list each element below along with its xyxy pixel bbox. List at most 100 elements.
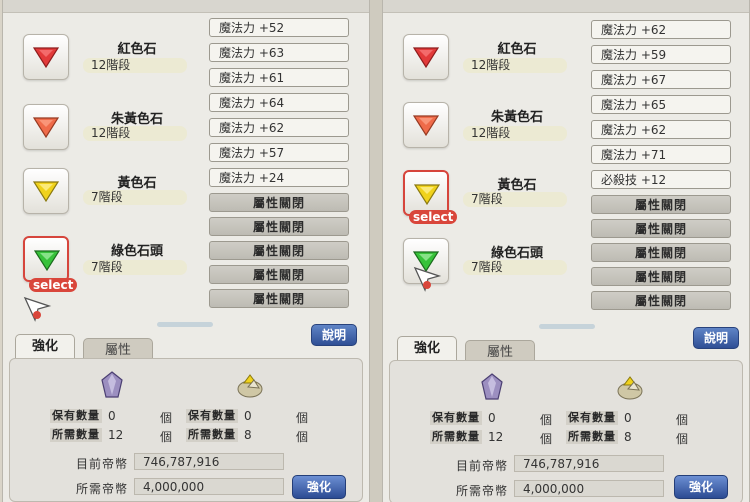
gem-row-yellow[interactable]: select 黃色石 7階段 (383, 170, 583, 240)
current-money-value: 746,787,916 (514, 455, 664, 472)
gem-slot[interactable] (403, 102, 449, 148)
attribute-slot-closed[interactable]: 屬性關閉 (209, 289, 349, 308)
stone-pile-material-icon (617, 376, 643, 400)
current-money-value: 746,787,916 (134, 453, 284, 470)
held-quantity-label: 保有數量 (186, 409, 238, 423)
gem-level: 12階段 (83, 126, 187, 141)
required-quantity-value: 12 (108, 428, 124, 442)
held-quantity-label: 保有數量 (50, 409, 102, 423)
cursor-arrow-icon (23, 296, 52, 322)
gem-row-orange[interactable]: 朱黃色石 12階段 (3, 104, 203, 174)
scroll-indicator[interactable] (539, 324, 595, 329)
stone-pile-material-icon (237, 374, 263, 398)
tab-enhance[interactable]: 強化 (15, 334, 75, 359)
attribute-slot-closed[interactable]: 屬性關閉 (591, 267, 731, 286)
gem-row-yellow[interactable]: 黃色石 7階段 (3, 168, 203, 238)
attribute-slot[interactable]: 魔法力 +52 (209, 18, 349, 37)
unit-label: 個 (676, 413, 689, 427)
current-money-label: 目前帝幣 (76, 457, 129, 471)
enhance-button[interactable]: 強化 (292, 475, 346, 499)
attribute-slot-closed[interactable]: 屬性關閉 (209, 265, 349, 284)
held-quantity-value: 0 (488, 411, 496, 425)
attribute-slot-closed[interactable]: 屬性關閉 (209, 241, 349, 260)
gem-slot[interactable] (23, 168, 69, 214)
required-quantity-label: 所需數量 (430, 430, 482, 444)
enhance-material-area: 保有數量 0 個 保有數量 0 個 所需數量 12 個 所需數量 8 個 目前帝… (389, 360, 743, 502)
gem-name: 黃色石 (497, 178, 537, 193)
orange-gem-icon (413, 115, 439, 136)
gem-name: 紅色石 (497, 42, 537, 57)
panel-top-cap (3, 0, 369, 13)
scroll-indicator[interactable] (157, 322, 213, 327)
gem-name: 綠色石頭 (490, 246, 543, 261)
crystal-material-icon (101, 371, 123, 398)
attribute-slot[interactable]: 魔法力 +67 (591, 70, 731, 89)
attribute-slot-closed[interactable]: 屬性關閉 (209, 193, 349, 212)
gem-level: 7階段 (463, 192, 567, 207)
enhance-material-area: 保有數量 0 個 保有數量 0 個 所需數量 12 個 所需數量 8 個 目前帝… (9, 358, 363, 502)
attribute-slot[interactable]: 魔法力 +24 (209, 168, 349, 187)
unit-label: 個 (540, 432, 553, 446)
orange-gem-icon (33, 117, 59, 138)
held-quantity-value: 0 (624, 411, 632, 425)
help-button[interactable]: 說明 (311, 324, 357, 346)
green-gem-icon (34, 250, 60, 271)
required-quantity-label: 所需數量 (186, 428, 238, 442)
unit-label: 個 (540, 413, 553, 427)
crystal-material-icon (481, 373, 503, 400)
attribute-slot[interactable]: 魔法力 +62 (591, 120, 731, 139)
gem-slot[interactable] (23, 34, 69, 80)
attribute-slot[interactable]: 魔法力 +65 (591, 95, 731, 114)
gem-level: 12階段 (463, 126, 567, 141)
attribute-slot[interactable]: 魔法力 +57 (209, 143, 349, 162)
required-quantity-label: 所需數量 (566, 430, 618, 444)
background-strip (368, 0, 382, 502)
red-gem-icon (33, 47, 59, 68)
gem-level: 7階段 (83, 260, 187, 275)
attribute-slot-closed[interactable]: 屬性關閉 (591, 243, 731, 262)
required-quantity-value: 8 (624, 430, 632, 444)
unit-label: 個 (160, 430, 173, 444)
unit-label: 個 (296, 411, 309, 425)
gem-name: 朱黃色石 (110, 112, 163, 127)
held-quantity-label: 保有數量 (430, 411, 482, 425)
enhance-panel-right: 紅色石 12階段 朱黃色石 12階段 select 黃色石 7階段 綠色石頭 7… (382, 0, 750, 502)
yellow-gem-icon (33, 181, 59, 202)
attribute-slot-closed[interactable]: 屬性關閉 (591, 219, 731, 238)
gem-row-orange[interactable]: 朱黃色石 12階段 (383, 102, 583, 172)
attribute-slot[interactable]: 魔法力 +61 (209, 68, 349, 87)
select-tag: select (409, 210, 458, 224)
attribute-slot-closed[interactable]: 屬性關閉 (591, 291, 731, 310)
required-money-value: 4,000,000 (514, 480, 664, 497)
attribute-slot[interactable]: 魔法力 +62 (591, 20, 731, 39)
current-money-label: 目前帝幣 (456, 459, 509, 473)
help-button[interactable]: 說明 (693, 327, 739, 349)
red-gem-icon (413, 47, 439, 68)
required-money-value: 4,000,000 (134, 478, 284, 495)
unit-label: 個 (676, 432, 689, 446)
gem-name: 朱黃色石 (490, 110, 543, 125)
cursor-arrow-icon (413, 266, 442, 292)
required-quantity-label: 所需數量 (50, 428, 102, 442)
attribute-slot[interactable]: 魔法力 +71 (591, 145, 731, 164)
panel-top-cap (383, 0, 749, 13)
attribute-slot[interactable]: 魔法力 +62 (209, 118, 349, 137)
attribute-slot-closed[interactable]: 屬性關閉 (209, 217, 349, 236)
gem-slot[interactable] (23, 104, 69, 150)
gem-level: 7階段 (83, 190, 187, 205)
gem-slot-selected[interactable] (23, 236, 69, 282)
tab-enhance[interactable]: 強化 (397, 336, 457, 361)
attribute-slot[interactable]: 魔法力 +63 (209, 43, 349, 62)
required-quantity-value: 8 (244, 428, 252, 442)
attribute-slot-closed[interactable]: 屬性關閉 (591, 195, 731, 214)
gem-name: 綠色石頭 (110, 244, 163, 259)
gem-level: 12階段 (463, 58, 567, 73)
gem-slot[interactable] (403, 34, 449, 80)
attribute-slot[interactable]: 魔法力 +64 (209, 93, 349, 112)
gem-row-red[interactable]: 紅色石 12階段 (3, 34, 203, 104)
attribute-slot[interactable]: 魔法力 +59 (591, 45, 731, 64)
attribute-slot[interactable]: 必殺技 +12 (591, 170, 731, 189)
enhance-button[interactable]: 強化 (674, 475, 728, 499)
gem-row-red[interactable]: 紅色石 12階段 (383, 34, 583, 104)
gem-level: 12階段 (83, 58, 187, 73)
